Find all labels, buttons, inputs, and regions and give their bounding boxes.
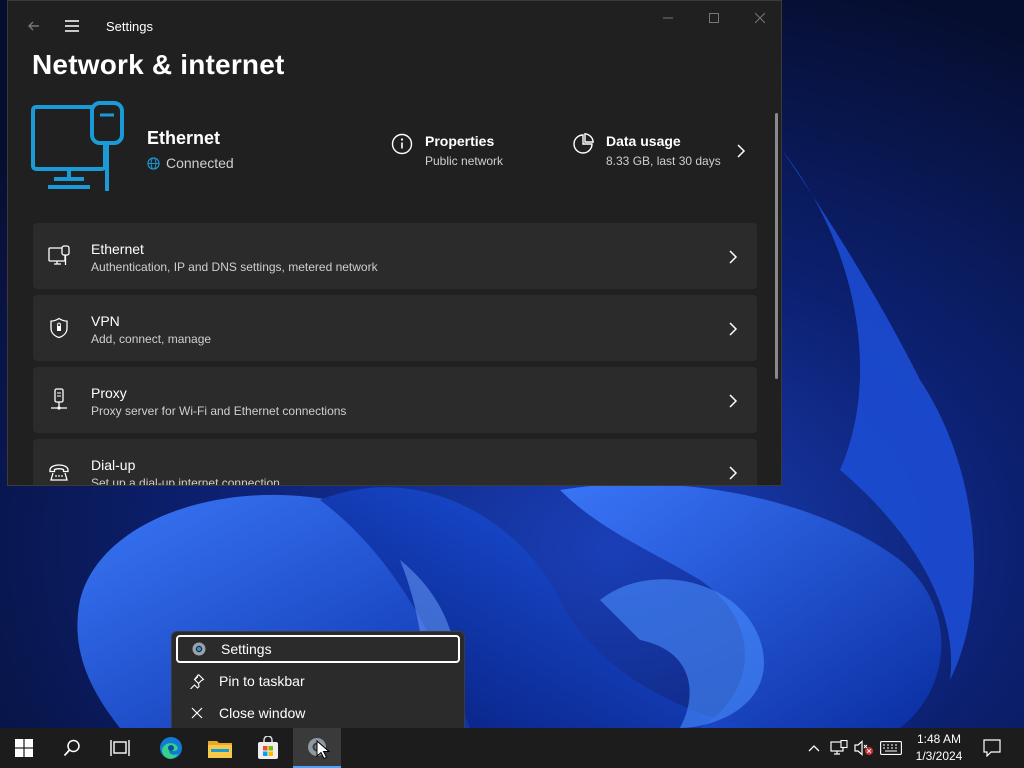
network-tray-button[interactable] bbox=[828, 728, 850, 768]
settings-taskbar-button[interactable] bbox=[293, 728, 341, 768]
menu-item-label: Settings bbox=[221, 641, 272, 657]
task-view-icon bbox=[110, 740, 130, 756]
keyboard-icon bbox=[880, 741, 902, 755]
row-title: VPN bbox=[91, 313, 120, 329]
menu-item-label: Pin to taskbar bbox=[219, 673, 305, 689]
globe-icon bbox=[147, 156, 160, 170]
proxy-icon bbox=[47, 388, 71, 412]
data-usage-subtitle: 8.33 GB, last 30 days bbox=[606, 154, 721, 168]
row-title: Proxy bbox=[91, 385, 127, 401]
store-button[interactable] bbox=[244, 728, 292, 768]
chevron-right-icon bbox=[729, 322, 738, 336]
chevron-right-icon bbox=[729, 466, 738, 480]
edge-icon bbox=[160, 737, 182, 759]
window-title: Settings bbox=[106, 19, 153, 34]
data-usage-link[interactable]: Data usage 8.33 GB, last 30 days bbox=[572, 133, 721, 168]
file-explorer-icon bbox=[208, 741, 232, 758]
taskbar-context-menu: Settings Pin to taskbar Close window bbox=[171, 631, 465, 728]
chevron-up-icon bbox=[808, 745, 820, 752]
settings-row-ethernet[interactable]: Ethernet Authentication, IP and DNS sett… bbox=[33, 223, 757, 289]
chevron-right-icon bbox=[729, 394, 738, 408]
row-title: Ethernet bbox=[91, 241, 144, 257]
settings-row-vpn[interactable]: VPN Add, connect, manage bbox=[33, 295, 757, 361]
start-button[interactable] bbox=[0, 728, 48, 768]
properties-title: Properties bbox=[425, 133, 495, 149]
menu-item-pin-to-taskbar[interactable]: Pin to taskbar bbox=[176, 667, 460, 695]
page-title: Network & internet bbox=[32, 49, 285, 80]
chevron-right-icon bbox=[737, 144, 746, 158]
row-subtitle: Authentication, IP and DNS settings, met… bbox=[91, 260, 378, 274]
connection-name: Ethernet bbox=[147, 128, 221, 148]
store-icon bbox=[258, 736, 278, 759]
pin-icon bbox=[187, 671, 207, 691]
connection-status: Connected bbox=[147, 155, 234, 171]
notification-icon bbox=[983, 739, 1001, 757]
settings-row-dialup[interactable]: Dial-up Set up a dial-up internet connec… bbox=[33, 439, 757, 486]
volume-muted-icon bbox=[854, 740, 873, 756]
ethernet-icon bbox=[47, 244, 71, 268]
search-button[interactable] bbox=[48, 728, 96, 768]
mouse-cursor-icon bbox=[316, 740, 330, 760]
file-explorer-button[interactable] bbox=[196, 728, 244, 768]
row-title: Dial-up bbox=[91, 457, 136, 473]
connection-status-label: Connected bbox=[166, 155, 234, 171]
shield-icon bbox=[47, 316, 71, 340]
close-icon bbox=[187, 703, 207, 723]
info-icon bbox=[391, 133, 413, 155]
scrollbar-thumb[interactable] bbox=[775, 113, 778, 379]
taskbar: 1:48 AM 1/3/2024 bbox=[0, 728, 1024, 768]
properties-subtitle: Public network bbox=[425, 154, 504, 168]
search-icon bbox=[63, 739, 80, 757]
maximize-button[interactable] bbox=[691, 7, 737, 29]
edge-button[interactable] bbox=[147, 728, 195, 768]
clock-date: 1/3/2024 bbox=[915, 749, 963, 763]
volume-tray-button[interactable] bbox=[852, 728, 876, 768]
notifications-button[interactable] bbox=[980, 728, 1004, 768]
maximize-icon bbox=[709, 13, 719, 23]
properties-link[interactable]: Properties Public network bbox=[391, 133, 503, 168]
settings-window: Settings Network & internet Ethernet Con… bbox=[7, 0, 782, 486]
network-icon bbox=[830, 740, 848, 755]
minimize-button[interactable] bbox=[645, 7, 691, 29]
clock-time: 1:48 AM bbox=[916, 732, 962, 746]
back-arrow-icon bbox=[28, 21, 39, 31]
chevron-right-icon bbox=[729, 250, 738, 264]
touch-keyboard-button[interactable] bbox=[878, 728, 904, 768]
minimize-icon bbox=[663, 17, 673, 19]
title-bar: Settings bbox=[8, 1, 781, 51]
back-button[interactable] bbox=[20, 13, 48, 39]
menu-item-settings[interactable]: Settings bbox=[176, 635, 460, 663]
system-clock[interactable]: 1:48 AM 1/3/2024 bbox=[904, 731, 974, 765]
dialup-icon bbox=[47, 460, 71, 484]
data-usage-title: Data usage bbox=[606, 133, 681, 149]
hamburger-icon bbox=[65, 20, 79, 32]
close-button[interactable] bbox=[737, 7, 781, 29]
show-hidden-icons-button[interactable] bbox=[804, 728, 824, 768]
row-subtitle: Add, connect, manage bbox=[91, 332, 212, 346]
ethernet-device-icon bbox=[31, 101, 124, 191]
close-icon bbox=[755, 13, 765, 23]
menu-button[interactable] bbox=[58, 13, 86, 39]
menu-item-label: Close window bbox=[219, 705, 306, 721]
task-view-button[interactable] bbox=[96, 728, 144, 768]
row-subtitle: Proxy server for Wi-Fi and Ethernet conn… bbox=[91, 404, 347, 418]
start-icon bbox=[15, 739, 33, 757]
pie-chart-icon bbox=[573, 133, 594, 154]
menu-item-close-window[interactable]: Close window bbox=[176, 699, 460, 727]
gear-icon bbox=[189, 639, 209, 659]
row-subtitle: Set up a dial-up internet connection bbox=[91, 476, 280, 486]
settings-row-proxy[interactable]: Proxy Proxy server for Wi-Fi and Etherne… bbox=[33, 367, 757, 433]
